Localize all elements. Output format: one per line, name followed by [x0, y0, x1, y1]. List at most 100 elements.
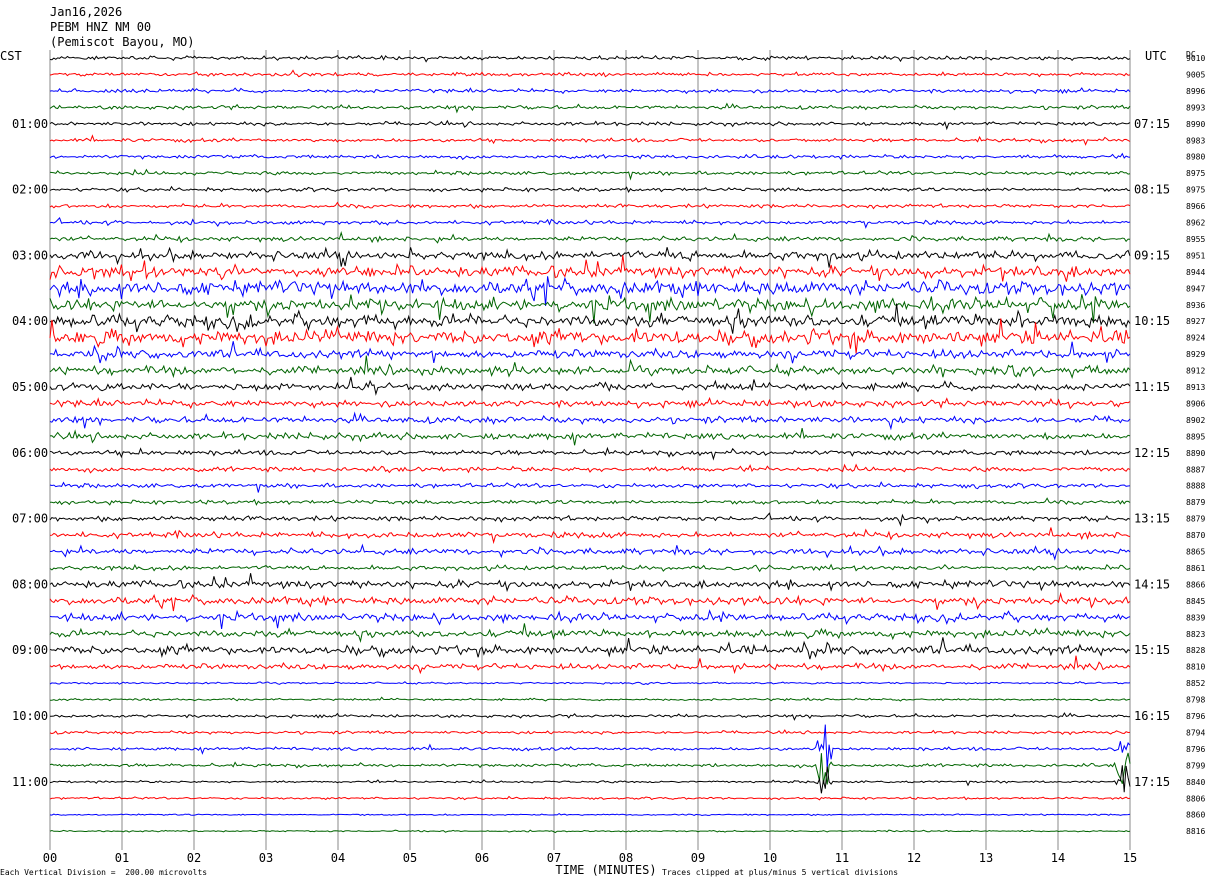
trace-40	[50, 696, 1131, 702]
trace-5	[49, 119, 1131, 131]
dc-offset-label: 8975	[1186, 169, 1205, 178]
dc-offset-label: 8947	[1186, 284, 1205, 293]
dc-offset-label: 8951	[1186, 251, 1205, 260]
dc-offset-label: 8852	[1186, 679, 1205, 688]
right-time-label: 12:15	[1134, 446, 1170, 460]
dc-offset-label: 8962	[1186, 219, 1205, 228]
seismogram-plot: 00 01 02 03 04 05 06 07 08 09 10 11 12 13 14 15TIME (MI…	[12, 50, 1205, 877]
dc-offset-label: 8990	[1186, 120, 1205, 129]
trace-11	[49, 216, 1131, 229]
trace-35	[49, 609, 1131, 629]
trace-46	[49, 795, 1131, 801]
trace-48	[49, 829, 1131, 834]
right-time-label: 15:15	[1134, 643, 1170, 657]
trace-25	[49, 446, 1131, 461]
trace-21	[49, 376, 1131, 396]
trace-7	[49, 152, 1131, 161]
dc-offset-label: 9005	[1186, 70, 1205, 79]
trace-4	[49, 102, 1131, 114]
dc-offset-label: 8927	[1186, 317, 1205, 326]
dc-offset-label: 8865	[1186, 548, 1205, 557]
right-time-label: 07:15	[1134, 117, 1170, 131]
dc-offset-label: 8810	[1186, 663, 1205, 672]
left-time-label: 08:00	[12, 577, 48, 591]
dc-offset-label: 8993	[1186, 103, 1205, 112]
clip-note: Traces clipped at plus/minus 5 vertical …	[662, 868, 899, 877]
right-time-label: 10:15	[1134, 314, 1170, 328]
trace-32	[49, 563, 1131, 573]
trace-13	[49, 246, 1131, 268]
trace-23	[49, 411, 1131, 431]
dc-offset-label: 8870	[1186, 531, 1205, 540]
dc-offset-label: 8799	[1186, 761, 1205, 770]
x-tick-label: 00	[43, 851, 57, 865]
dc-offset-label: 8887	[1186, 465, 1205, 474]
trace-10	[49, 201, 1131, 210]
dc-offset-label: 8796	[1186, 745, 1205, 754]
right-time-label: 08:15	[1134, 183, 1170, 197]
scale-note: Each Vertical Division = 200.00 microvol…	[0, 868, 208, 877]
left-time-label: 02:00	[12, 183, 48, 197]
left-time-label: 09:00	[12, 643, 48, 657]
trace-29	[49, 512, 1131, 527]
x-tick-label: 14	[1051, 851, 1065, 865]
trace-2	[49, 69, 1131, 78]
trace-12	[49, 231, 1131, 244]
right-time-label: 13:15	[1134, 512, 1170, 526]
dc-offset-label: 8828	[1186, 646, 1205, 655]
dc-offset-label: 8806	[1186, 794, 1205, 803]
trace-9	[49, 185, 1131, 193]
dc-offset-label: 8955	[1186, 235, 1205, 244]
dc-offset-label: 9010	[1186, 54, 1205, 63]
right-time-label: 11:15	[1134, 380, 1170, 394]
dc-offset-label: 8944	[1186, 268, 1205, 277]
x-tick-label: 13	[979, 851, 993, 865]
x-tick-label: 01	[115, 851, 129, 865]
right-time-label: 09:15	[1134, 248, 1170, 262]
seismogram-page: { "header": { "date": "Jan16,2026", "sta…	[0, 0, 1210, 886]
dc-offset-label: 8980	[1186, 153, 1205, 162]
trace-36	[49, 623, 1131, 643]
right-time-label: 16:15	[1134, 709, 1170, 723]
x-tick-label: 05	[403, 851, 417, 865]
dc-offset-label: 8906	[1186, 399, 1205, 408]
dc-offset-label: 8840	[1186, 778, 1205, 787]
trace-3	[49, 87, 1131, 95]
trace-43	[49, 724, 1131, 769]
left-time-label: 06:00	[12, 446, 48, 460]
trace-28	[50, 497, 1131, 506]
dc-offset-label: 8879	[1186, 515, 1205, 524]
dc-offset-label: 8888	[1186, 482, 1205, 491]
x-tick-label: 06	[475, 851, 489, 865]
trace-1	[49, 54, 1131, 63]
dc-offset-label: 8966	[1186, 202, 1205, 211]
dc-offset-label: 8996	[1186, 87, 1205, 96]
left-time-label: 10:00	[12, 709, 48, 723]
dc-offset-label: 8936	[1186, 301, 1205, 310]
x-tick-label: 03	[259, 851, 273, 865]
dc-offset-label: 8796	[1186, 712, 1205, 721]
dc-offset-label: 8861	[1186, 564, 1205, 573]
x-tick-label: 11	[835, 851, 849, 865]
x-tick-label: 04	[331, 851, 345, 865]
trace-6	[49, 134, 1131, 146]
trace-22	[49, 396, 1131, 410]
trace-30	[49, 527, 1131, 545]
dc-offset-label: 8879	[1186, 498, 1205, 507]
left-time-label: 07:00	[12, 512, 48, 526]
dc-offset-label: 8816	[1186, 827, 1205, 836]
x-tick-label: 10	[763, 851, 777, 865]
trace-27	[49, 481, 1131, 493]
trace-44	[49, 752, 1131, 785]
left-time-label: 11:00	[12, 775, 48, 789]
dc-offset-label: 8913	[1186, 383, 1205, 392]
dc-offset-label: 8860	[1186, 811, 1205, 820]
dc-offset-label: 8866	[1186, 580, 1205, 589]
trace-33	[49, 573, 1131, 593]
trace-20	[49, 355, 1131, 380]
dc-offset-label: 8895	[1186, 432, 1205, 441]
trace-41	[49, 712, 1131, 721]
x-tick-label: 09	[691, 851, 705, 865]
left-time-label: 01:00	[12, 117, 48, 131]
left-time-label: 04:00	[12, 314, 48, 328]
